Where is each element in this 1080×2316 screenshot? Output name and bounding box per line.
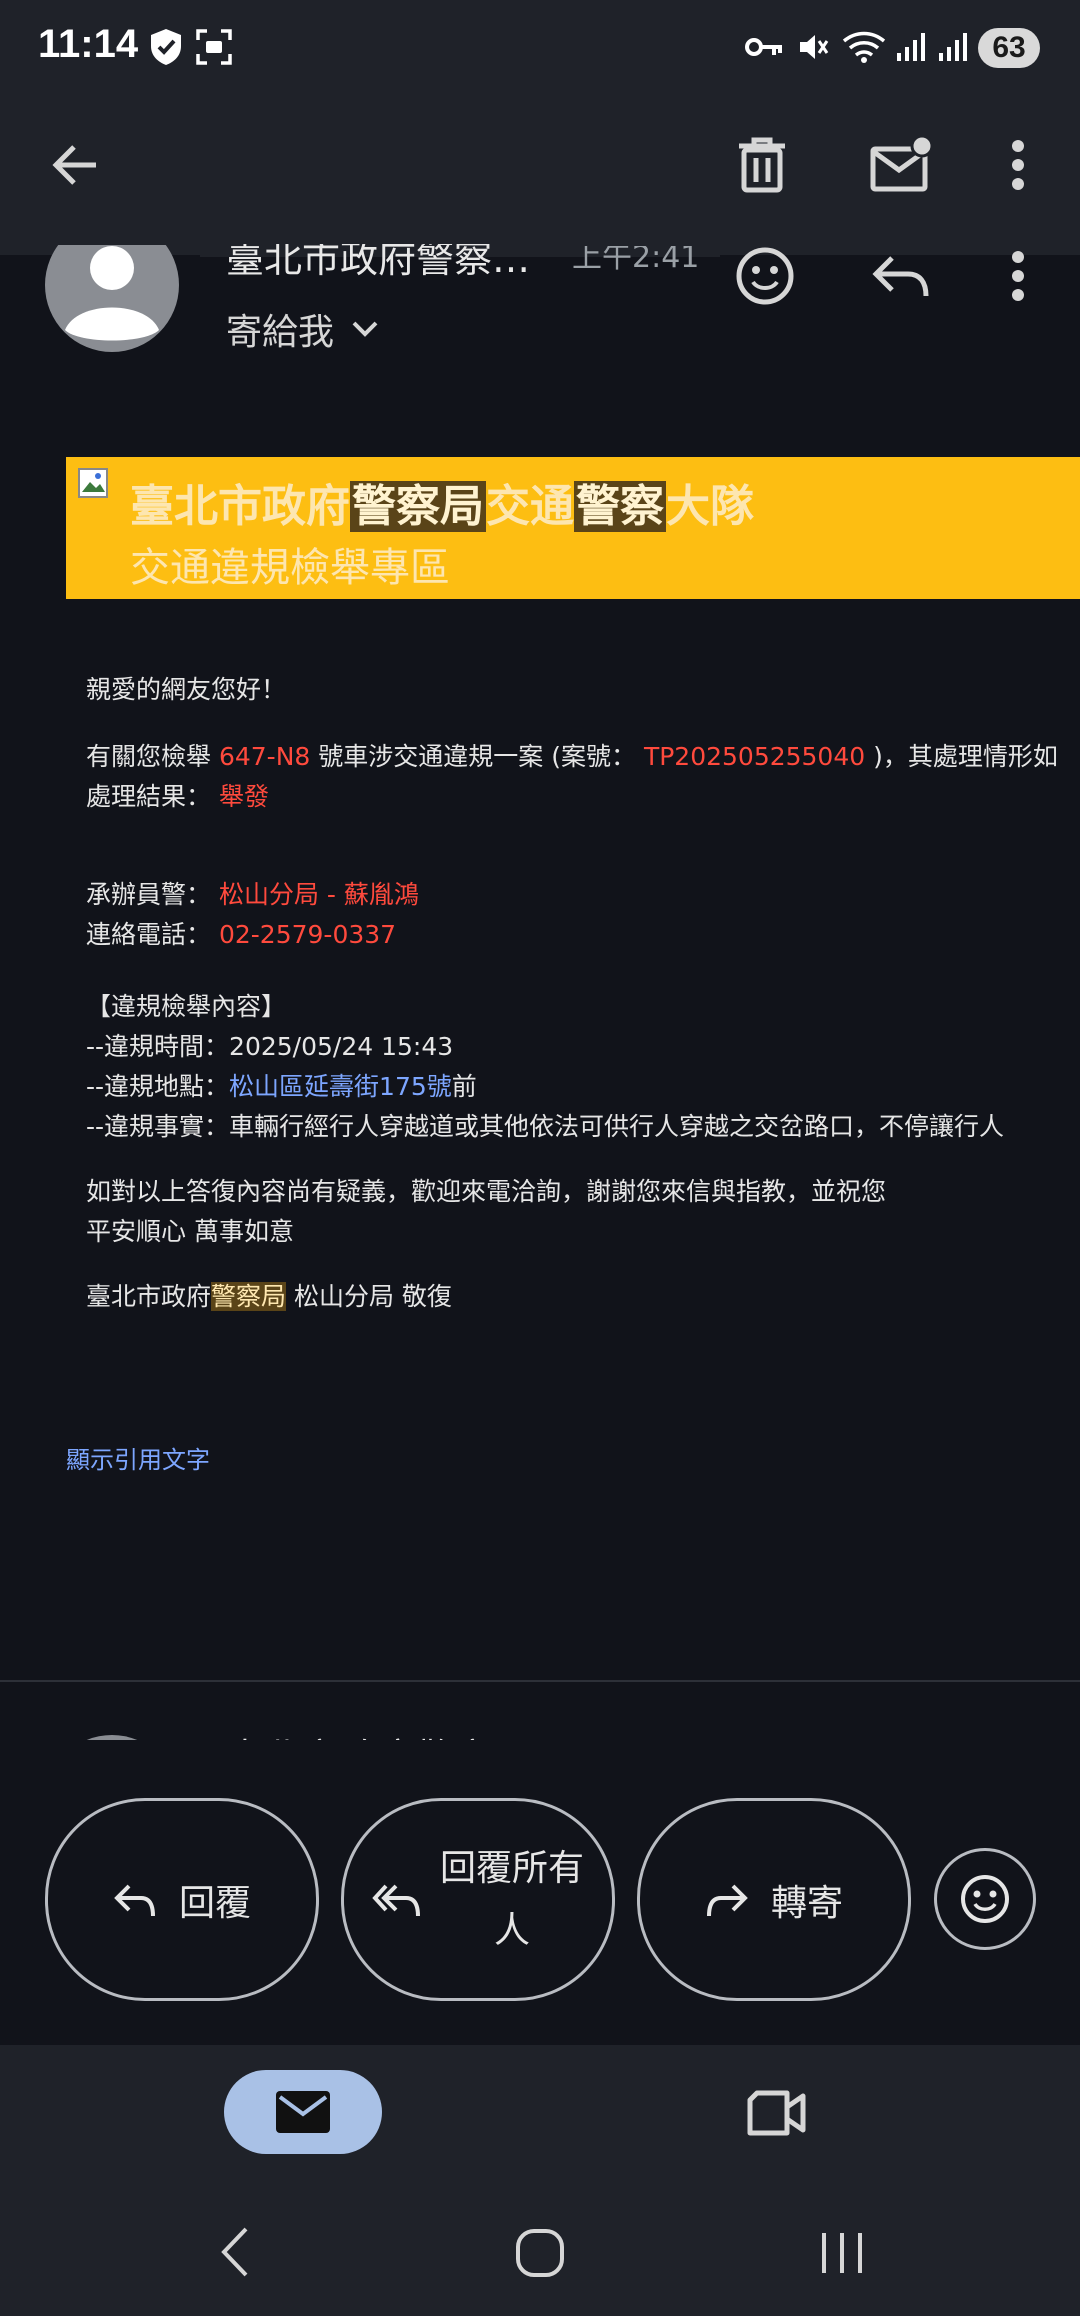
signal-icon-2 xyxy=(936,26,970,68)
signal-icon-1 xyxy=(894,26,928,68)
emoji-react-button[interactable] xyxy=(934,1848,1036,1950)
violation-fact: --違規事實：車輛行經行人穿越道或其他依法可供行人穿越之交岔路口，不停讓行人 xyxy=(86,1112,1005,1141)
violation-time: --違規時間：2025/05/24 15:43 xyxy=(86,1032,454,1061)
violation-place: --違規地點：松山區延壽街175號前 xyxy=(86,1072,477,1101)
show-quoted-text-link[interactable]: 顯示引用文字 xyxy=(66,1440,210,1475)
closing-line-2: 平安順心 萬事如意 xyxy=(86,1217,294,1246)
closing-line-1: 如對以上答復內容尚有疑義，歡迎來電洽詢，謝謝您來信與指教，並祝您 xyxy=(86,1177,887,1206)
plate-number: 647-N8 xyxy=(218,742,311,771)
sender-avatar[interactable] xyxy=(45,245,179,352)
reply-icon xyxy=(114,1884,155,1916)
reply-label: 回覆 xyxy=(178,1882,251,1924)
case-number: TP202505255040 xyxy=(643,742,866,771)
system-home-icon[interactable] xyxy=(510,2225,570,2281)
reply-all-icon xyxy=(372,1884,420,1916)
shield-icon xyxy=(146,26,186,68)
forward-label: 轉寄 xyxy=(770,1882,843,1924)
greeting: 親愛的網友您好！ xyxy=(86,675,287,704)
nav-mail-tab[interactable] xyxy=(224,2070,382,2154)
nav-meet-tab[interactable] xyxy=(740,2085,814,2141)
video-icon xyxy=(747,2090,806,2136)
trash-icon[interactable] xyxy=(724,125,800,205)
banner-subtitle: 交通違規檢舉專區 xyxy=(130,545,450,591)
screenshot-icon xyxy=(194,26,234,68)
more-vert-icon[interactable] xyxy=(996,130,1040,200)
result-line: 處理結果： 舉發 xyxy=(86,782,269,811)
reply-all-label-2: 人 xyxy=(493,1909,530,1951)
emoji-reaction-icon[interactable] xyxy=(730,245,800,307)
banner-title: 臺北市政府警察局交通警察大隊 xyxy=(130,481,754,532)
forward-icon xyxy=(706,1884,748,1916)
emoji-icon xyxy=(961,1875,1009,1923)
recipient-toggle[interactable]: 寄給我 xyxy=(226,303,378,355)
system-back-icon[interactable] xyxy=(210,2222,260,2282)
forward-button[interactable]: 轉寄 xyxy=(637,1798,911,2001)
case-line: 有關您檢舉 647-N8 號車涉交通違規一案 (案號： TP2025052550… xyxy=(86,742,1058,771)
to-me-label: 寄給我 xyxy=(226,312,335,353)
battery-indicator: 63 xyxy=(978,28,1040,68)
back-arrow-icon[interactable] xyxy=(40,130,110,200)
reply-all-label-1: 回覆所有 xyxy=(439,1847,584,1889)
mute-icon xyxy=(796,26,830,68)
message-more-icon[interactable] xyxy=(996,250,1040,302)
broken-image-icon xyxy=(78,468,108,498)
mail-icon xyxy=(276,2091,330,2133)
reply-icon[interactable] xyxy=(866,245,936,307)
reply-all-button[interactable]: 回覆所有 人 xyxy=(341,1798,615,2001)
signature: 臺北市政府警察局 松山分局 敬復 xyxy=(86,1282,452,1311)
phone-link[interactable]: 02-2579-0337 xyxy=(219,920,396,949)
mark-unread-icon[interactable] xyxy=(862,125,942,205)
section-title: 【違規檢舉內容】 xyxy=(86,992,287,1021)
wifi-icon xyxy=(842,26,886,68)
key-icon xyxy=(744,26,784,68)
reply-button[interactable]: 回覆 xyxy=(45,1798,319,2001)
officer-line: 承辦員警： 松山分局 - 蘇胤鴻 xyxy=(86,880,419,909)
chevron-down-icon xyxy=(352,321,378,337)
phone-line: 連絡電話： 02-2579-0337 xyxy=(86,920,397,949)
address-link[interactable]: 松山區延壽街175號 xyxy=(229,1072,452,1101)
system-recents-icon[interactable] xyxy=(812,2227,872,2279)
message-divider xyxy=(0,1680,1080,1682)
status-time: 11:14 xyxy=(38,22,139,66)
